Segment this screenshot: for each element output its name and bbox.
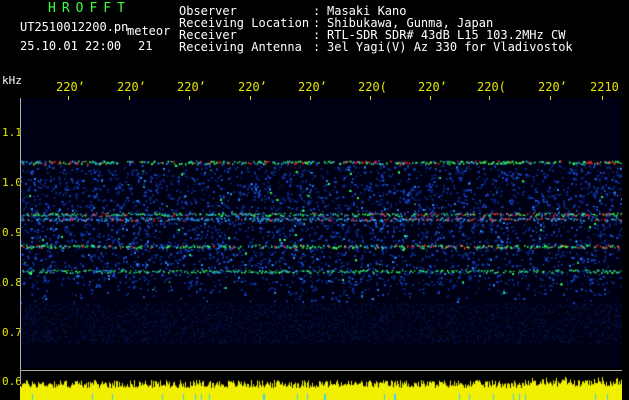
x-tick-mark: [129, 96, 130, 100]
mode-label: meteor: [127, 24, 171, 38]
y-tick-label: 0.6: [2, 375, 22, 388]
spectrogram-canvas: [20, 98, 622, 368]
x-tick-label: 220ʼ: [538, 80, 567, 94]
x-tick-mark: [310, 96, 311, 100]
datetime-label: 25.10.01 22:00: [20, 39, 122, 53]
x-axis-tick-marks: [20, 96, 622, 102]
x-tick-label: 2210: [590, 80, 619, 94]
meta-value-antenna: 3el Yagi(V) Az 330 for Vladivostok: [327, 40, 573, 54]
meta-separator: :: [313, 40, 321, 54]
x-tick-label: 220’: [56, 80, 85, 94]
meta-label-antenna: Receiving Antenna: [179, 40, 302, 54]
x-tick-mark: [430, 96, 431, 100]
count-label: 21: [138, 39, 153, 53]
x-tick-label: 220ʼ: [298, 80, 327, 94]
y-tick-label: 0.9: [2, 226, 22, 239]
x-tick-mark: [68, 96, 69, 100]
y-tick-label: 0.8: [2, 276, 22, 289]
filename-label: UT2510012200.pn: [20, 20, 129, 34]
x-tick-mark: [370, 96, 371, 100]
x-tick-label: 220ʼ: [238, 80, 267, 94]
hrofft-title: HROFFT: [48, 1, 131, 16]
x-tick-label: 220(: [477, 80, 506, 94]
y-tick-label: 1.0: [2, 176, 22, 189]
y-axis-line: [20, 98, 21, 384]
signal-strength-strip: [20, 371, 622, 400]
x-tick-mark: [189, 96, 190, 100]
y-axis-unit: kHz: [2, 74, 22, 87]
x-tick-mark: [250, 96, 251, 100]
y-tick-label: 1.1: [2, 126, 22, 139]
x-tick-mark: [602, 96, 603, 100]
x-tick-mark: [489, 96, 490, 100]
spectrogram-panel: [20, 98, 622, 368]
x-tick-label: 220’: [418, 80, 447, 94]
x-tick-label: 220’: [117, 80, 146, 94]
x-tick-label: 220(: [358, 80, 387, 94]
x-tick-label: 220ʼ: [177, 80, 206, 94]
y-tick-label: 0.7: [2, 326, 22, 339]
x-tick-mark: [550, 96, 551, 100]
